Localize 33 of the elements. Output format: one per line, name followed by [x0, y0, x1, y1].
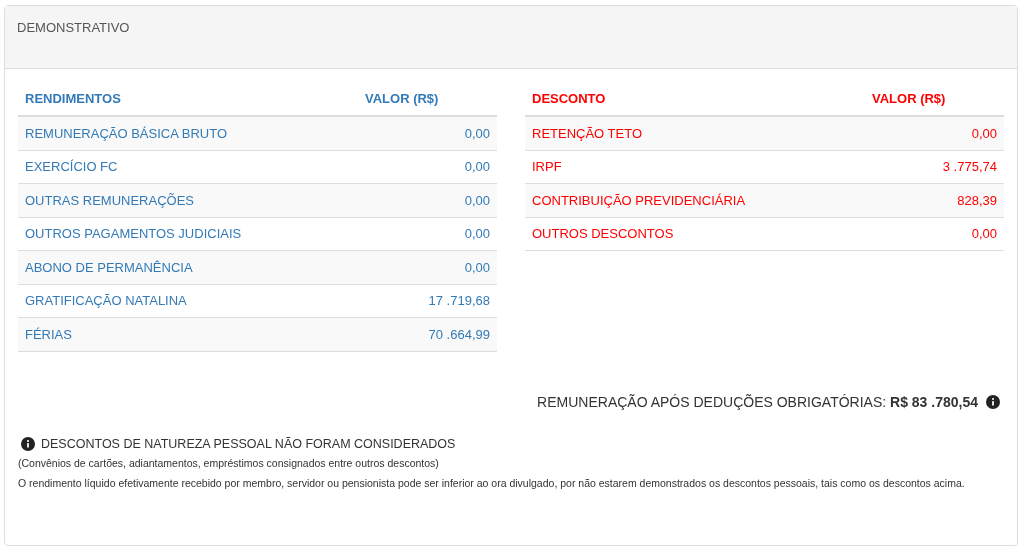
- table-cell-text: FÉRIAS: [25, 325, 73, 344]
- column-header: DESCONTO: [532, 89, 607, 108]
- table-cell-text: 0,00: [464, 158, 490, 176]
- table-cell-text: RETENÇÃO TETO: [532, 124, 644, 143]
- info-icon: [21, 436, 35, 451]
- table-cell-text: EXERCÍCIO FC: [25, 158, 119, 176]
- table-cell-text: 0,00: [971, 124, 997, 143]
- info-icon: [986, 395, 1000, 409]
- table-cell-text: OUTROS DESCONTOS: [532, 225, 675, 243]
- notice-text: O rendimento líquido efetivamente recebido por membro, servidor ou pensionista pode ser inferior ao ora divulgado, por não estarem demonstrados os descontos pessoais, tais como os descontos acima.: [18, 476, 966, 492]
- table-cell-text: 17 .719,68: [428, 292, 490, 310]
- column-header: VALOR (R$): [365, 89, 440, 108]
- table-cell-text: 0,00: [464, 124, 490, 143]
- column-header: VALOR (R$): [872, 89, 947, 108]
- column-header: RENDIMENTOS: [25, 89, 122, 108]
- table-cell-text: 0,00: [464, 225, 490, 243]
- table-cell-text: ABONO DE PERMANÊNCIA: [25, 258, 194, 277]
- panel-title: DEMONSTRATIVO: [17, 20, 130, 35]
- table-cell-text: 0,00: [464, 191, 490, 210]
- table-cell-text: 0,00: [464, 258, 490, 277]
- table-cell-text: 70 .664,99: [428, 325, 490, 344]
- notice-text: (Convênios de cartões, adiantamentos, empréstimos consignados entre outros descontos): [18, 456, 440, 472]
- table-cell-text: 828,39: [957, 191, 997, 210]
- table-cell-text: CONTRIBUIÇÃO PREVIDENCIÁRIA: [532, 191, 747, 210]
- table-cell-text: 0,00: [971, 225, 997, 243]
- table-cell-text: IRPF: [532, 158, 563, 176]
- table-cell-text: REMUNERAÇÃO BÁSICA BRUTO: [25, 124, 229, 143]
- table-cell-text: GRATIFICAÇÃO NATALINA: [25, 292, 188, 310]
- table-cell-text: OUTRAS REMUNERAÇÕES: [25, 191, 196, 210]
- table-cell-text: OUTROS PAGAMENTOS JUDICIAIS: [25, 225, 243, 243]
- total-summary: REMUNERAÇÃO APÓS DEDUÇÕES OBRIGATÓRIAS: R$ 83 .780,54: [537, 392, 978, 412]
- notice-title: DESCONTOS DE NATUREZA PESSOAL NÃO FORAM CONSIDERADOS: [41, 435, 456, 453]
- table-cell-text: 3 .775,74: [942, 158, 997, 176]
